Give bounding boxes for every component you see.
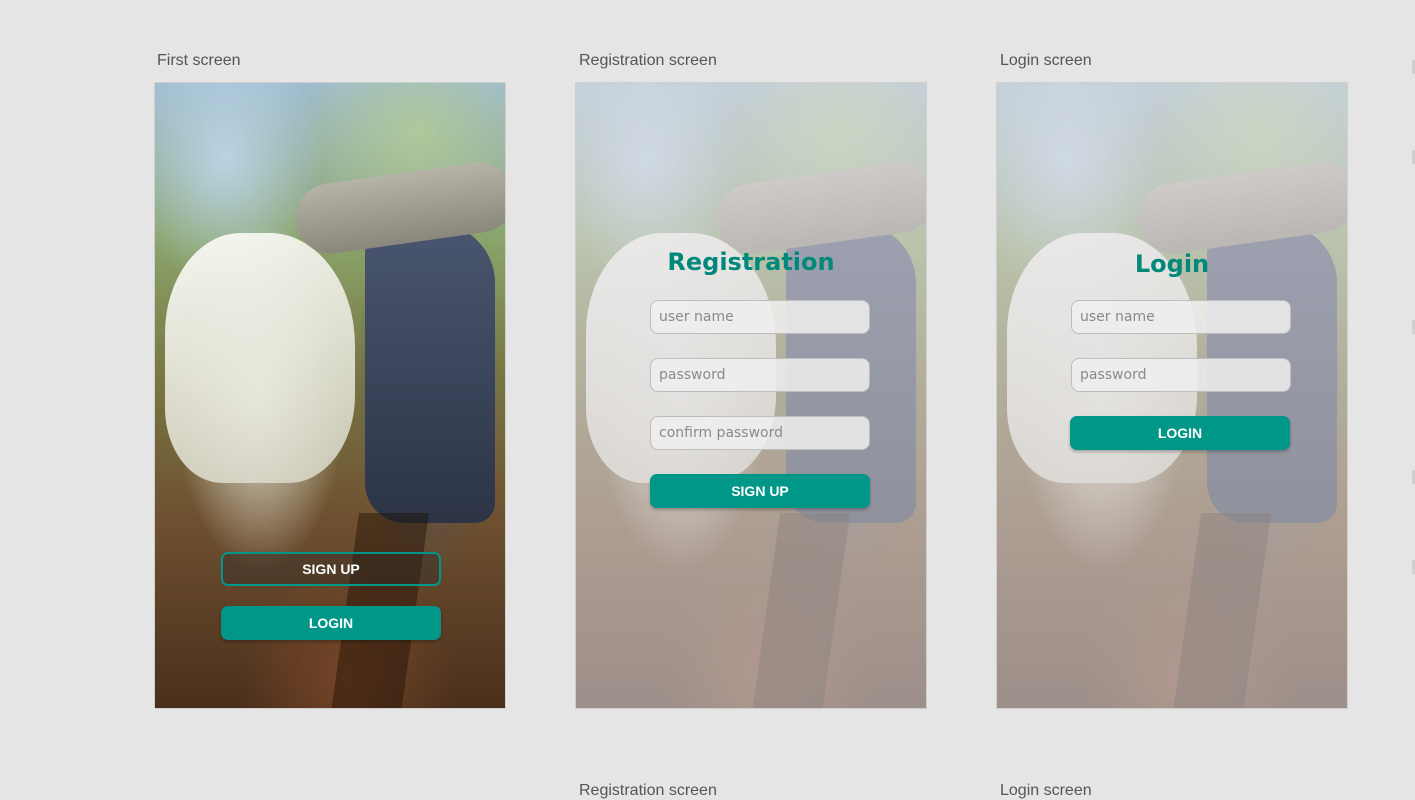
login-button[interactable]: LOGIN xyxy=(1070,416,1290,450)
password-input[interactable] xyxy=(1071,358,1291,392)
username-input[interactable] xyxy=(1071,300,1291,334)
artboard-label-login-row2: Login screen xyxy=(1000,782,1092,799)
artboard-label-first: First screen xyxy=(157,52,241,69)
confirm-password-input[interactable] xyxy=(650,416,870,450)
first-screen-artboard[interactable]: SIGN UP LOGIN xyxy=(154,82,506,709)
artboard-label-registration: Registration screen xyxy=(579,52,717,69)
signup-button[interactable]: SIGN UP xyxy=(650,474,870,508)
login-title: Login xyxy=(1134,250,1210,278)
signup-button[interactable]: SIGN UP xyxy=(221,552,441,586)
registration-title: Registration xyxy=(667,248,835,276)
login-button[interactable]: LOGIN xyxy=(221,606,441,640)
registration-screen-artboard[interactable]: Registration SIGN UP xyxy=(575,82,927,709)
artboard-label-login: Login screen xyxy=(1000,52,1092,69)
photo-overlay xyxy=(997,83,1347,708)
login-screen-artboard[interactable]: Login LOGIN xyxy=(996,82,1348,709)
photo-overlay xyxy=(576,83,926,708)
password-input[interactable] xyxy=(650,358,870,392)
username-input[interactable] xyxy=(650,300,870,334)
artboard-label-registration-row2: Registration screen xyxy=(579,782,717,799)
